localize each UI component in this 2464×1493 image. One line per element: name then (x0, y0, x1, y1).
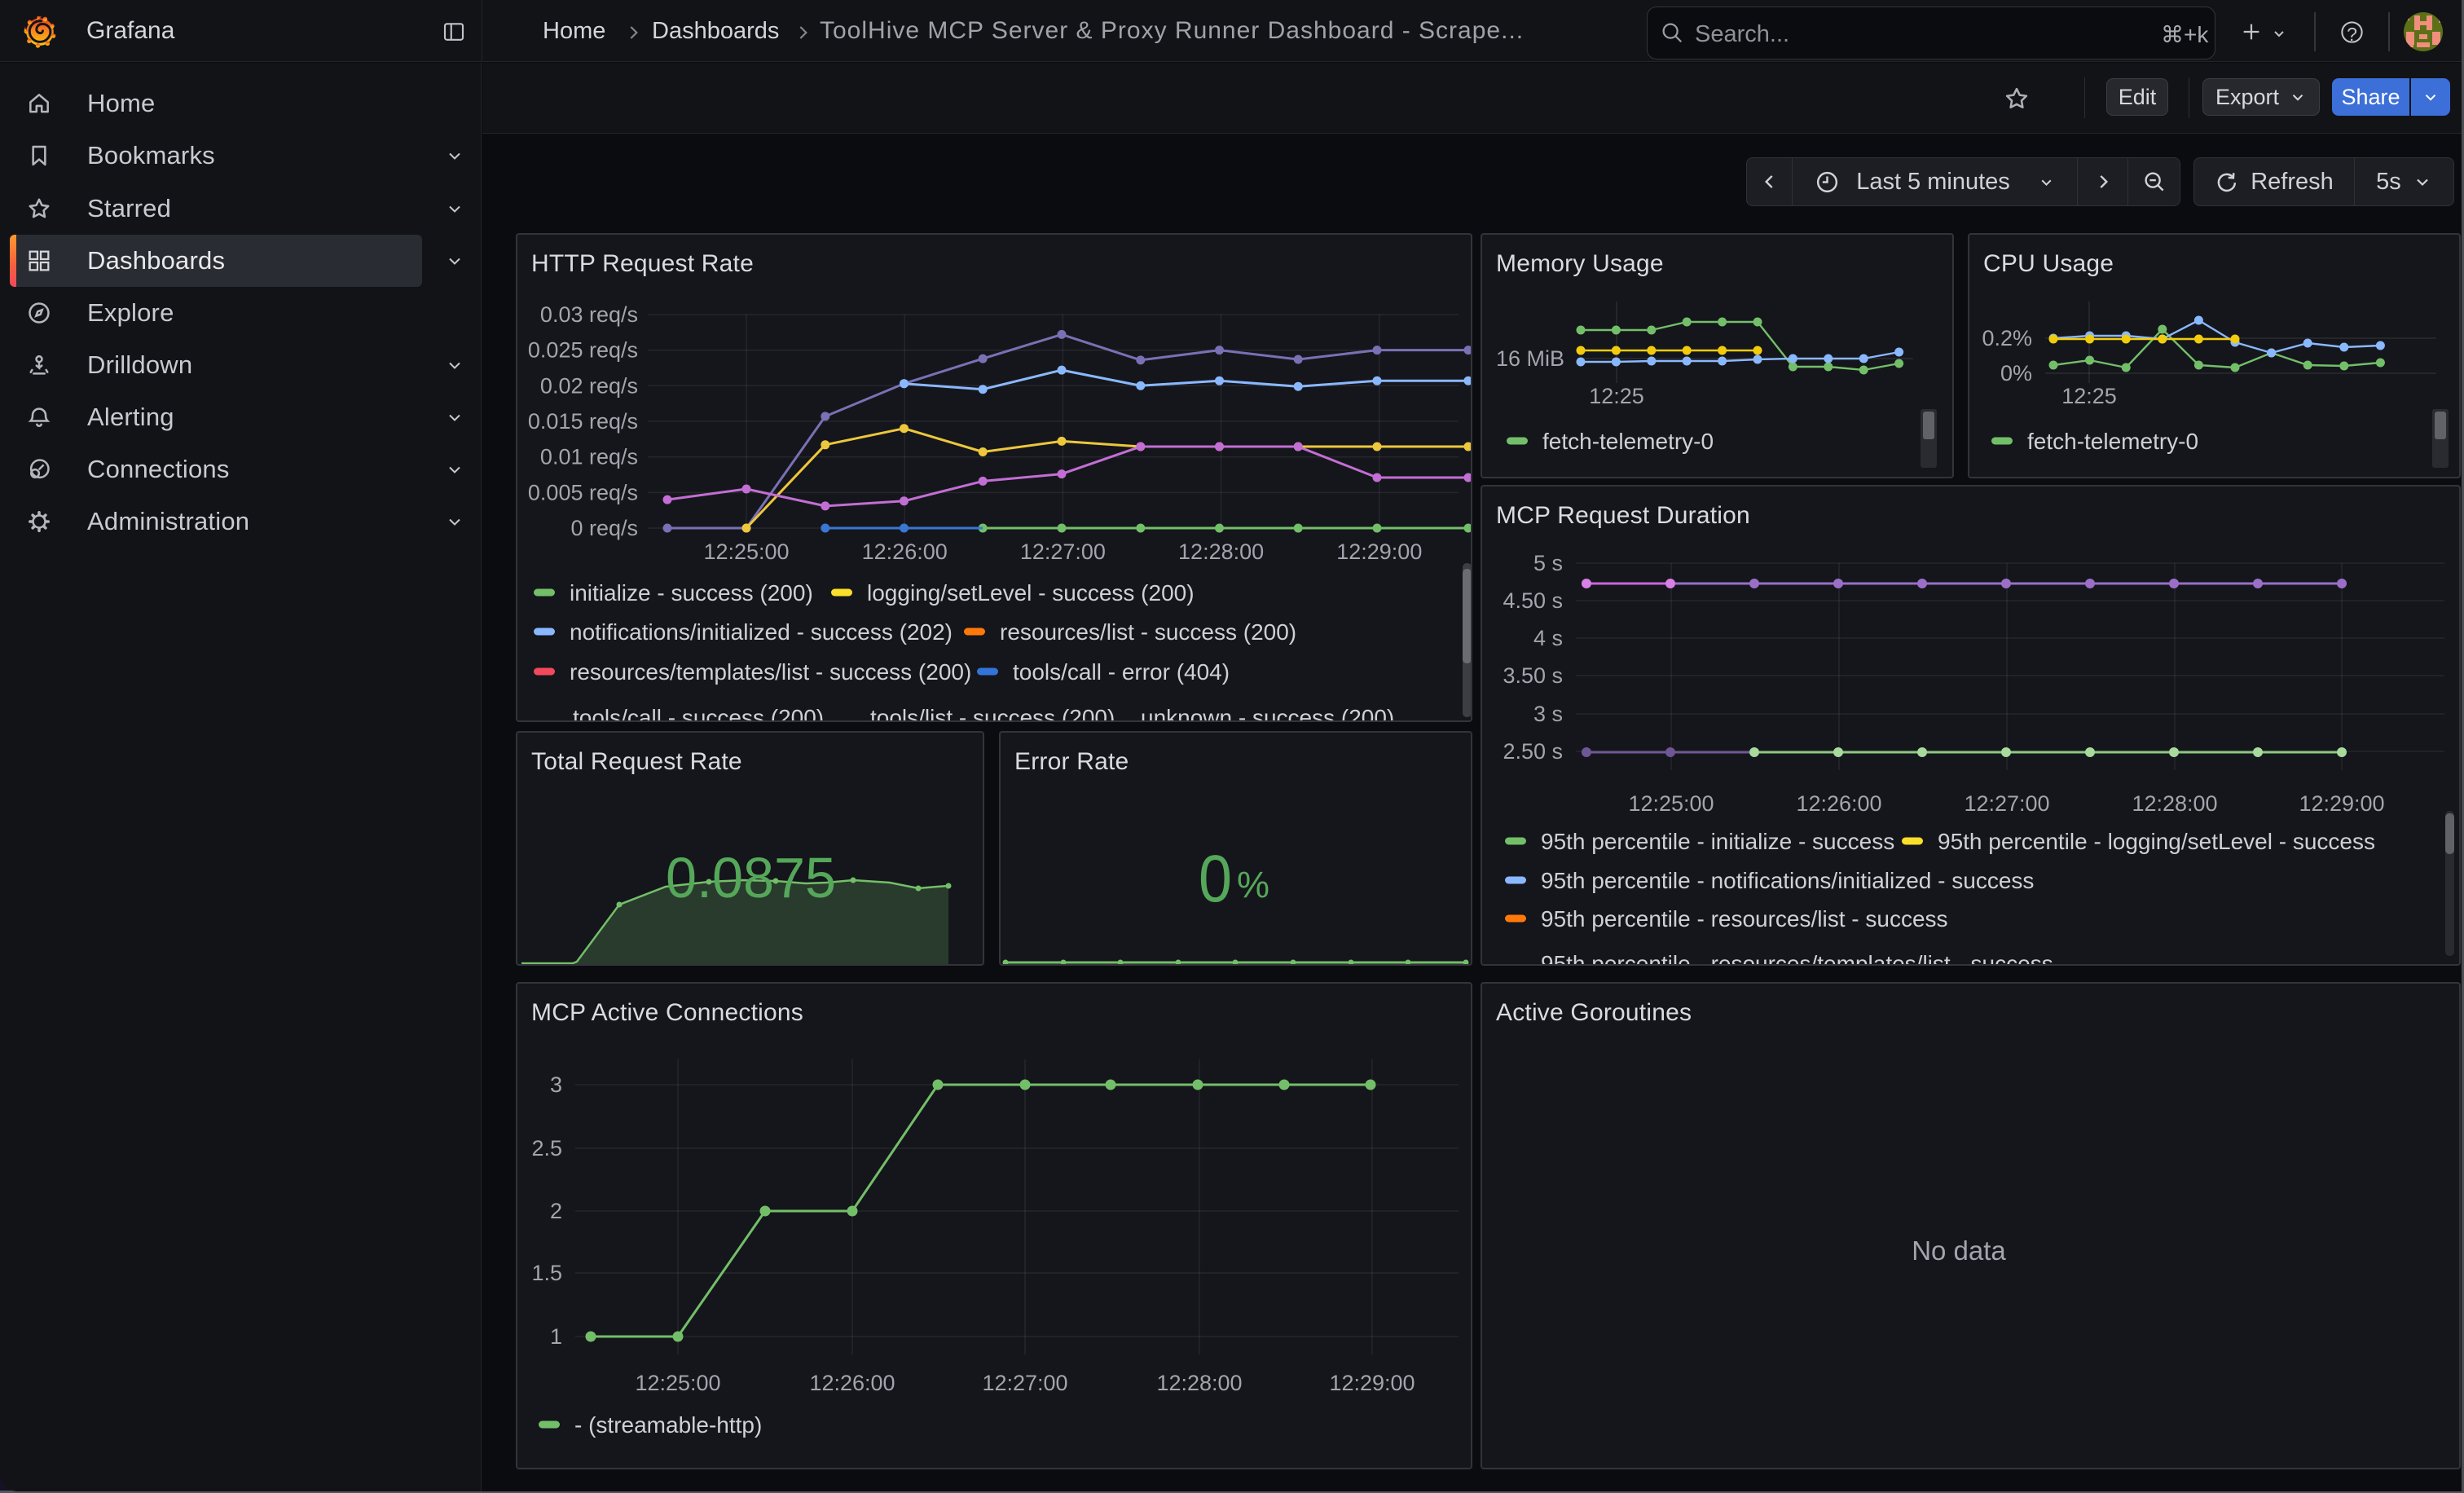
svg-text:resources/list - success (200): resources/list - success (200) (1000, 619, 1296, 645)
svg-text:12:28:00: 12:28:00 (1178, 540, 1264, 564)
svg-text:0.005 req/s: 0.005 req/s (528, 480, 638, 504)
svg-text:0: 0 (1199, 842, 1232, 916)
svg-text:2.5: 2.5 (531, 1136, 562, 1160)
svg-text:initialize - success (200): initialize - success (200) (570, 580, 813, 606)
svg-text:resources/templates/list - suc: resources/templates/list - success (200) (570, 659, 971, 685)
svg-text:0%: 0% (2000, 361, 2032, 385)
svg-text:tools/call - error (404): tools/call - error (404) (1013, 659, 1230, 685)
svg-text:unknown - success (200): unknown - success (200) (1141, 705, 1394, 722)
svg-text:12:27:00: 12:27:00 (1020, 540, 1106, 564)
svg-text:1: 1 (550, 1324, 562, 1349)
svg-text:0.02 req/s: 0.02 req/s (540, 373, 638, 398)
svg-text:95th percentile - resources/li: 95th percentile - resources/list - succe… (1541, 906, 1948, 931)
svg-text:3: 3 (550, 1072, 562, 1097)
svg-text:12:29:00: 12:29:00 (1336, 540, 1422, 564)
svg-text:logging/setLevel - success (20: logging/setLevel - success (200) (867, 580, 1195, 606)
svg-text:12:25:00: 12:25:00 (703, 540, 789, 564)
svg-text:12:27:00: 12:27:00 (982, 1371, 1067, 1395)
svg-text:12:27:00: 12:27:00 (1964, 791, 2049, 816)
svg-text:12:26:00: 12:26:00 (809, 1371, 895, 1395)
svg-text:0 req/s: 0 req/s (570, 516, 638, 540)
svg-text:12:26:00: 12:26:00 (1796, 791, 1881, 816)
svg-text:95th percentile - resources/te: 95th percentile - resources/templates/li… (1541, 951, 2053, 966)
svg-text:0.01 req/s: 0.01 req/s (540, 445, 638, 469)
svg-text:12:28:00: 12:28:00 (1156, 1371, 1242, 1395)
svg-text:12:25: 12:25 (1589, 384, 1644, 408)
svg-text:0.2%: 0.2% (1982, 326, 2032, 350)
svg-text:95th percentile - logging/setL: 95th percentile - logging/setLevel - suc… (1938, 829, 2375, 854)
svg-text:4 s: 4 s (1533, 626, 1563, 650)
svg-text:3 s: 3 s (1533, 702, 1563, 726)
svg-text:95th percentile - notification: 95th percentile - notifications/initiali… (1541, 868, 2034, 893)
svg-text:12:25: 12:25 (2061, 384, 2117, 408)
svg-text:0.03 req/s: 0.03 req/s (540, 302, 638, 327)
svg-text:16 MiB: 16 MiB (1496, 346, 1564, 371)
svg-text:5 s: 5 s (1533, 551, 1563, 575)
svg-text:1.5: 1.5 (531, 1261, 562, 1285)
svg-text:notifications/initialized - su: notifications/initialized - success (202… (570, 619, 953, 645)
svg-text:95th percentile - initialize -: 95th percentile - initialize - success (1541, 829, 1894, 854)
svg-text:12:28:00: 12:28:00 (2132, 791, 2217, 816)
svg-text:12:29:00: 12:29:00 (1329, 1371, 1415, 1395)
svg-text:0.015 req/s: 0.015 req/s (528, 409, 638, 434)
svg-text:12:26:00: 12:26:00 (862, 540, 948, 564)
svg-text:12:29:00: 12:29:00 (2299, 791, 2384, 816)
svg-text:4.50 s: 4.50 s (1503, 588, 1563, 613)
svg-text:- (streamable-http): - (streamable-http) (574, 1412, 762, 1438)
svg-text:fetch-telemetry-0: fetch-telemetry-0 (2027, 429, 2198, 454)
svg-text:fetch-telemetry-0: fetch-telemetry-0 (1542, 429, 1714, 454)
svg-text:2: 2 (550, 1199, 562, 1223)
svg-text:12:25:00: 12:25:00 (635, 1371, 720, 1395)
svg-text:%: % (1237, 864, 1269, 905)
svg-text:tools/call - success (200): tools/call - success (200) (573, 705, 824, 722)
svg-text:12:25:00: 12:25:00 (1628, 791, 1714, 816)
svg-text:0.025 req/s: 0.025 req/s (528, 338, 638, 363)
svg-text:tools/list - success (200): tools/list - success (200) (870, 705, 1115, 722)
svg-text:3.50 s: 3.50 s (1503, 663, 1563, 688)
svg-text:0.0875: 0.0875 (666, 846, 836, 909)
svg-text:2.50 s: 2.50 s (1503, 739, 1563, 764)
